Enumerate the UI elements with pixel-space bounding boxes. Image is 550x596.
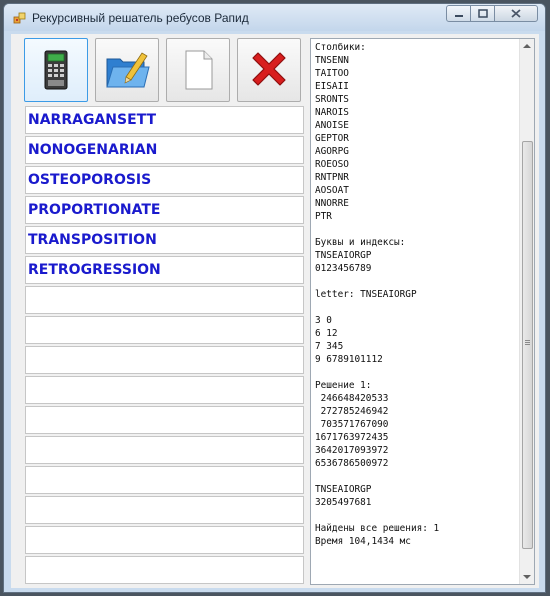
word-field[interactable]	[25, 316, 304, 344]
window-title: Рекурсивный решатель ребусов Рапид	[32, 11, 249, 25]
word-field[interactable]	[25, 376, 304, 404]
new-document-button[interactable]	[166, 38, 230, 102]
word-field[interactable]: NONOGENARIAN	[25, 136, 304, 164]
scroll-up-arrow-icon[interactable]	[523, 44, 531, 48]
word-field[interactable]	[25, 406, 304, 434]
minimize-button[interactable]	[446, 5, 471, 22]
word-field[interactable]: OSTEOPOROSIS	[25, 166, 304, 194]
word-field[interactable]: PROPORTIONATE	[25, 196, 304, 224]
output-textbox[interactable]: Столбики: TNSENN TAITOO EISAII SRONTS NA…	[310, 38, 535, 585]
calculator-button[interactable]	[24, 38, 88, 102]
calculator-icon	[44, 50, 68, 90]
vertical-scrollbar[interactable]	[519, 39, 534, 584]
close-button[interactable]	[494, 5, 538, 22]
caption-buttons	[446, 5, 538, 23]
word-field[interactable]: TRANSPOSITION	[25, 226, 304, 254]
maximize-button[interactable]	[470, 5, 495, 22]
word-field[interactable]	[25, 526, 304, 554]
scroll-thumb[interactable]	[522, 141, 533, 549]
delete-button[interactable]	[237, 38, 301, 102]
app-icon	[13, 12, 26, 24]
maximize-icon	[477, 9, 488, 18]
word-field[interactable]	[25, 436, 304, 464]
word-field[interactable]	[25, 466, 304, 494]
word-field[interactable]	[25, 346, 304, 374]
folder-icon	[106, 52, 150, 88]
word-field[interactable]	[25, 556, 304, 584]
word-list: NARRAGANSETT NONOGENARIAN OSTEOPOROSIS P…	[25, 106, 304, 586]
blank-document-icon	[185, 50, 213, 90]
app-window: Рекурсивный решатель ребусов Рапид NARRA…	[3, 3, 546, 593]
title-bar[interactable]: Рекурсивный решатель ребусов Рапид	[4, 4, 545, 31]
scroll-down-arrow-icon[interactable]	[523, 575, 531, 579]
output-text: Столбики: TNSENN TAITOO EISAII SRONTS NA…	[315, 42, 440, 547]
grip-icon	[525, 340, 530, 341]
red-x-icon	[252, 52, 286, 86]
close-icon	[511, 9, 521, 18]
client-area: NARRAGANSETT NONOGENARIAN OSTEOPOROSIS P…	[11, 34, 539, 588]
word-field[interactable]: NARRAGANSETT	[25, 106, 304, 134]
word-field[interactable]	[25, 496, 304, 524]
open-folder-button[interactable]	[95, 38, 159, 102]
word-field[interactable]: RETROGRESSION	[25, 256, 304, 284]
word-field[interactable]	[25, 286, 304, 314]
minimize-icon	[454, 14, 463, 17]
